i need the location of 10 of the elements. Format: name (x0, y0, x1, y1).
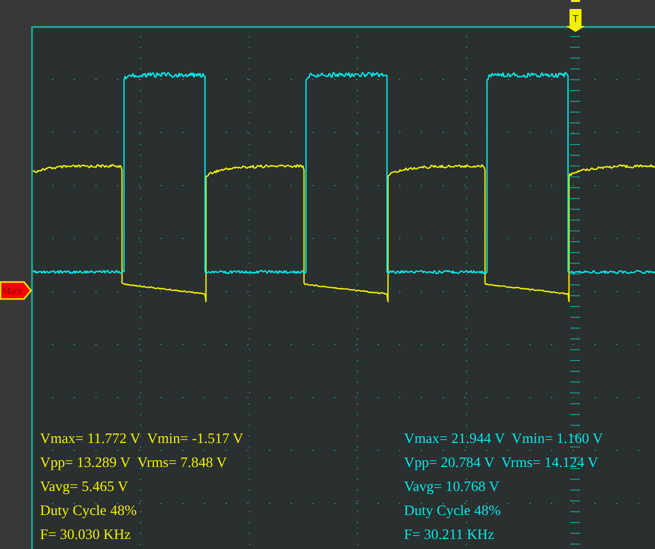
measurement-text: Vavg= 5.465 V (40, 478, 128, 497)
measurement-text: F= 30.030 KHz (40, 526, 131, 545)
measurement-text: Duty Cycle 48% (40, 502, 137, 521)
measurement-text: Vpp= 20.784 V Vrms= 14.124 V (404, 454, 598, 473)
measurement-text: Vpp= 13.289 V Vrms= 7.848 V (40, 454, 227, 473)
measurement-text: Vmax= 11.772 V Vmin= -1.517 V (40, 430, 244, 449)
measurement-text: Vmax= 21.944 V Vmin= 1.160 V (404, 430, 603, 449)
measurement-text: Duty Cycle 48% (404, 502, 501, 521)
measurement-text: Vavg= 10.768 V (404, 478, 500, 497)
measurement-text: F= 30.211 KHz (404, 526, 494, 545)
